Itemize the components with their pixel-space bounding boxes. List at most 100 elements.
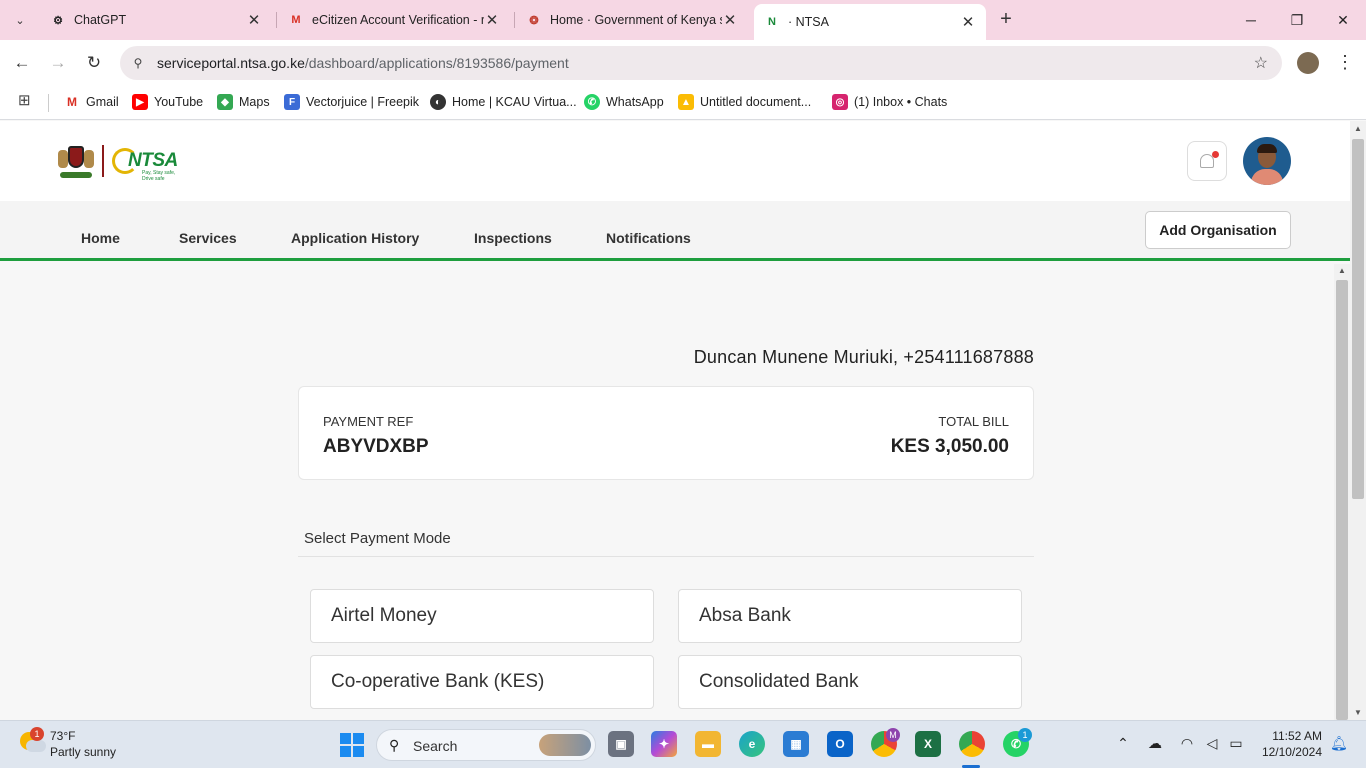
weather-temperature[interactable]: 73°F: [50, 729, 75, 743]
close-icon[interactable]: ✕: [722, 11, 738, 29]
chrome-profile-badge: M: [886, 728, 900, 742]
task-view-icon[interactable]: ▣: [608, 731, 634, 757]
payment-mode-consolidated-bank[interactable]: Consolidated Bank: [678, 655, 1022, 709]
minimize-icon[interactable]: ─: [1228, 0, 1274, 40]
scroll-down-icon[interactable]: ▼: [1354, 708, 1362, 717]
battery-icon[interactable]: ▭: [1227, 735, 1245, 752]
content-scrollbar[interactable]: ▲: [1334, 264, 1350, 720]
ntsa-logo-icon: NTSA Pay, Stay safe, Drive safe: [112, 144, 182, 182]
nav-application-history[interactable]: Application History: [291, 230, 419, 246]
windows-start-icon[interactable]: [340, 733, 364, 757]
bookmark-label: WhatsApp: [606, 95, 664, 109]
weather-condition[interactable]: Partly sunny: [50, 745, 116, 759]
payment-mode-airtel-money[interactable]: Airtel Money: [310, 589, 654, 643]
chevron-up-icon[interactable]: ⌃: [1114, 735, 1132, 752]
site-logo[interactable]: NTSA Pay, Stay safe, Drive safe: [58, 141, 182, 182]
payment-ref-value: ABYVDXBP: [323, 436, 429, 457]
address-bar[interactable]: ⚲ serviceportal.ntsa.go.ke/dashboard/app…: [120, 46, 1282, 80]
drive-icon: ▲: [678, 94, 694, 110]
outlook-icon[interactable]: O: [827, 731, 853, 757]
site-info-icon[interactable]: ⚲: [128, 53, 148, 73]
bookmark-kcau[interactable]: ◐ Home | KCAU Virtua...: [430, 92, 577, 112]
bookmarks-bar: ⊞ M Gmail ▶ YouTube ◆ Maps F Vectorjuice…: [0, 86, 1366, 120]
apps-grid-icon[interactable]: ⊞: [18, 93, 34, 109]
reload-icon[interactable]: ↻: [82, 51, 106, 75]
gmail-icon: M: [291, 14, 301, 26]
bookmark-maps[interactable]: ◆ Maps: [217, 92, 270, 112]
tab-title: · NTSA: [788, 15, 829, 29]
browser-tabstrip: ⌄ ⚙ ChatGPT ✕ M eCitizen Account Verific…: [0, 0, 1366, 40]
bookmark-freepik[interactable]: F Vectorjuice | Freepik: [284, 92, 419, 112]
edge-icon[interactable]: e: [739, 731, 765, 757]
chrome-active-icon[interactable]: [959, 731, 985, 757]
bookmark-gmail[interactable]: M Gmail: [64, 92, 119, 112]
notifications-button[interactable]: [1187, 141, 1227, 181]
maps-icon: ◆: [217, 94, 233, 110]
nav-notifications[interactable]: Notifications: [606, 230, 691, 246]
new-tab-plus-icon[interactable]: +: [995, 8, 1017, 30]
scroll-thumb[interactable]: [1352, 139, 1364, 499]
nav-inspections[interactable]: Inspections: [474, 230, 552, 246]
nav-home[interactable]: Home: [81, 230, 120, 246]
total-bill-value: KES 3,050.00: [890, 436, 1009, 457]
url-text[interactable]: serviceportal.ntsa.go.ke/dashboard/appli…: [157, 55, 569, 71]
weather-badge: 1: [30, 727, 44, 741]
page-scrollbar[interactable]: ▲ ▼: [1350, 121, 1366, 720]
back-arrow-icon[interactable]: ←: [10, 51, 34, 75]
profile-avatar-icon[interactable]: [1297, 52, 1319, 74]
tab-title: Home · Government of Kenya s: [550, 13, 722, 27]
clock-time[interactable]: 11:52 AM: [1272, 729, 1322, 743]
add-organisation-button[interactable]: Add Organisation: [1145, 211, 1291, 249]
bookmark-label: Untitled document...: [700, 95, 812, 109]
window-close-icon[interactable]: ✕: [1320, 0, 1366, 40]
chatgpt-icon: ⚙: [53, 14, 63, 27]
close-icon[interactable]: ✕: [960, 13, 976, 31]
search-icon: ⚲: [389, 737, 400, 753]
file-explorer-icon[interactable]: ▬: [695, 731, 721, 757]
clock-date[interactable]: 12/10/2024: [1262, 745, 1322, 759]
windows-taskbar: 1 73°F Partly sunny ⚲ Search ▣ ✦ ▬ e ▦ O…: [0, 720, 1366, 768]
notification-bell-icon[interactable]: 🔔︎: [1330, 735, 1348, 752]
scroll-thumb[interactable]: [1336, 280, 1348, 720]
wifi-icon[interactable]: ◠: [1178, 735, 1196, 752]
tab-government-of-kenya[interactable]: ❂ Home · Government of Kenya s ✕: [516, 0, 748, 40]
taskbar-search-label: Search: [413, 738, 458, 754]
payment-summary-card: PAYMENT REF ABYVDXBP TOTAL BILL KES 3,05…: [298, 386, 1034, 480]
scroll-up-icon[interactable]: ▲: [1354, 124, 1362, 133]
copilot-icon[interactable]: ✦: [651, 731, 677, 757]
close-icon[interactable]: ✕: [246, 11, 262, 29]
bookmark-whatsapp[interactable]: ✆ WhatsApp: [584, 92, 664, 112]
user-avatar[interactable]: [1243, 137, 1291, 185]
browser-toolbar: ← → ↻ ⚲ serviceportal.ntsa.go.ke/dashboa…: [0, 40, 1366, 86]
taskbar-search[interactable]: ⚲ Search: [376, 729, 596, 761]
ntsa-logo-text: NTSA: [128, 150, 178, 171]
tab-title: ChatGPT: [74, 13, 127, 27]
onedrive-icon[interactable]: ☁: [1146, 735, 1164, 752]
globe-icon: ◐: [430, 94, 446, 110]
microsoft-store-icon[interactable]: ▦: [783, 731, 809, 757]
tab-chatgpt[interactable]: ⚙ ChatGPT ✕: [40, 0, 272, 40]
tab-search-chevron-icon[interactable]: ⌄: [8, 8, 32, 32]
bookmark-instagram[interactable]: ◎ (1) Inbox • Chats: [832, 92, 947, 112]
payment-mode-cooperative-bank[interactable]: Co-operative Bank (KES): [310, 655, 654, 709]
bookmark-label: Gmail: [86, 95, 119, 109]
bookmark-label: YouTube: [154, 95, 204, 109]
nav-services[interactable]: Services: [179, 230, 237, 246]
bookmark-star-icon[interactable]: ☆: [1254, 53, 1268, 73]
scroll-up-icon[interactable]: ▲: [1338, 266, 1346, 275]
payment-ref-label: PAYMENT REF: [323, 414, 414, 429]
payment-mode-divider: [298, 556, 1034, 557]
forward-arrow-icon[interactable]: →: [46, 51, 70, 75]
volume-icon[interactable]: ◁: [1203, 735, 1221, 752]
excel-icon[interactable]: X: [915, 731, 941, 757]
notification-dot: [1212, 151, 1219, 158]
browser-menu-icon[interactable]: ⋮: [1336, 52, 1354, 74]
close-icon[interactable]: ✕: [484, 11, 500, 29]
tab-ntsa[interactable]: N · NTSA ✕: [754, 4, 986, 40]
bookmark-drive-doc[interactable]: ▲ Untitled document...: [678, 92, 811, 112]
bookmark-youtube[interactable]: ▶ YouTube: [132, 92, 203, 112]
tab-ecitizen-verification[interactable]: M eCitizen Account Verification - r ✕: [278, 0, 510, 40]
payment-mode-absa-bank[interactable]: Absa Bank: [678, 589, 1022, 643]
search-highlight-image: [539, 734, 591, 756]
restore-icon[interactable]: ❐: [1274, 0, 1320, 40]
